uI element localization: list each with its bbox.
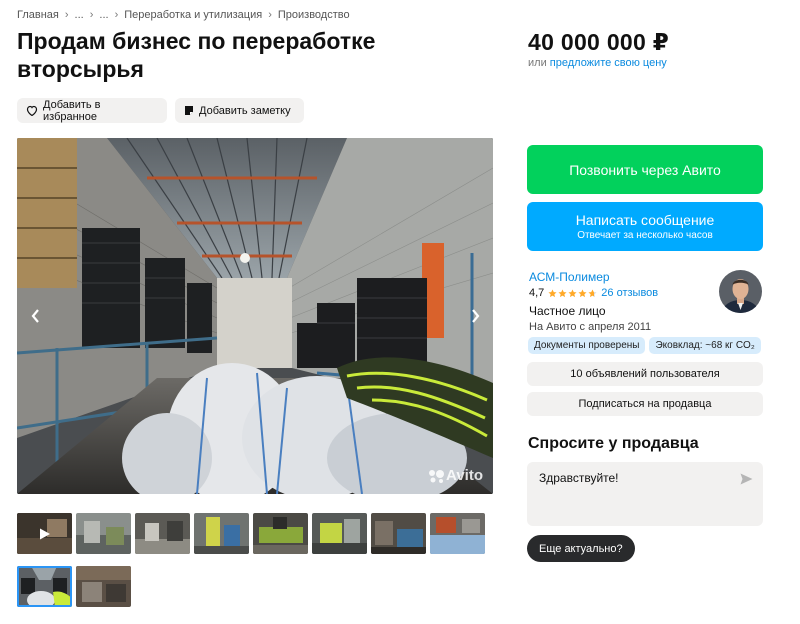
watermark-text: Avito bbox=[446, 467, 483, 484]
add-to-favorites-button[interactable]: Добавить в избранное bbox=[17, 98, 167, 123]
main-photo[interactable]: Avito bbox=[17, 138, 493, 494]
avito-logo-icon bbox=[429, 469, 445, 483]
photo-thumbnail[interactable] bbox=[371, 513, 426, 554]
response-time-label: Отвечает за несколько часов bbox=[577, 230, 713, 241]
send-button[interactable] bbox=[740, 472, 753, 490]
breadcrumb-production[interactable]: Производство bbox=[278, 9, 350, 21]
breadcrumb-collapsed-2[interactable]: ... bbox=[99, 9, 108, 21]
previous-photo-button[interactable] bbox=[25, 306, 45, 326]
star-icon bbox=[548, 288, 557, 297]
photo-thumbnail[interactable] bbox=[76, 513, 131, 554]
reviews-link[interactable]: 26 отзывов bbox=[601, 287, 658, 299]
note-icon bbox=[184, 105, 194, 116]
price-offer-line: или предложите свою цену bbox=[528, 57, 669, 69]
breadcrumb: Главная › ... › ... › Переработка и утил… bbox=[17, 9, 350, 21]
eco-contribution-badge[interactable]: Эковклад: ~68 кг CO₂ bbox=[649, 337, 761, 354]
photo-thumbnail-selected[interactable] bbox=[17, 566, 72, 607]
rating-stars bbox=[548, 288, 597, 298]
price-offer-prefix: или bbox=[528, 57, 547, 69]
price-block: 40 000 000 ₽ или предложите свою цену bbox=[528, 29, 669, 69]
star-icon bbox=[558, 288, 567, 297]
page-title: Продам бизнес по переработке вторсырья bbox=[17, 28, 376, 82]
chevron-right-icon: › bbox=[114, 9, 119, 21]
video-thumbnail[interactable] bbox=[17, 513, 72, 554]
quick-reply-still-available[interactable]: Еще актуально? bbox=[527, 535, 635, 562]
documents-verified-badge[interactable]: Документы проверены bbox=[528, 337, 646, 354]
next-photo-button[interactable] bbox=[465, 306, 485, 326]
add-note-button[interactable]: Добавить заметку bbox=[175, 98, 304, 123]
rating-value: 4,7 bbox=[529, 287, 545, 299]
chevron-right-icon: › bbox=[64, 9, 69, 21]
photo-thumbnail[interactable] bbox=[430, 513, 485, 554]
chevron-right-icon: › bbox=[89, 9, 94, 21]
write-message-label: Написать сообщение bbox=[575, 212, 715, 228]
chevron-left-icon bbox=[31, 309, 39, 323]
star-icon bbox=[578, 288, 587, 297]
seller-listings-button[interactable]: 10 объявлений пользователя bbox=[527, 362, 763, 386]
add-note-label: Добавить заметку bbox=[199, 104, 291, 117]
seller-since: На Авито с апреля 2011 bbox=[529, 321, 652, 333]
subscribe-seller-button[interactable]: Подписаться на продавца bbox=[527, 392, 763, 416]
thumbnail-row bbox=[17, 566, 493, 607]
photo-thumbnail[interactable] bbox=[76, 566, 131, 607]
star-half-icon bbox=[588, 288, 597, 297]
seller-badges: Документы проверены Эковклад: ~68 кг CO₂ bbox=[528, 337, 761, 354]
price: 40 000 000 ₽ bbox=[528, 29, 670, 55]
ask-seller-box: Здравствуйте! bbox=[527, 462, 763, 526]
breadcrumb-collapsed-1[interactable]: ... bbox=[75, 9, 84, 21]
breadcrumb-recycling[interactable]: Переработка и утилизация bbox=[124, 9, 262, 21]
photo-thumbnail[interactable] bbox=[135, 513, 190, 554]
thumbnail-row bbox=[17, 513, 493, 554]
photo-thumbnail[interactable] bbox=[194, 513, 249, 554]
avatar[interactable] bbox=[719, 270, 762, 313]
avito-watermark: Avito bbox=[428, 467, 483, 484]
chevron-right-icon: › bbox=[268, 9, 272, 21]
warehouse-photo bbox=[17, 138, 493, 494]
play-icon bbox=[39, 528, 50, 539]
star-icon bbox=[568, 288, 577, 297]
ask-seller-heading: Спросите у продавца bbox=[528, 435, 699, 452]
photo-thumbnail[interactable] bbox=[312, 513, 367, 554]
heart-icon bbox=[26, 105, 38, 116]
add-to-favorites-label: Добавить в избранное bbox=[43, 98, 101, 123]
breadcrumb-home[interactable]: Главная bbox=[17, 9, 59, 21]
offer-price-link[interactable]: предложите свою цену bbox=[550, 57, 667, 69]
photo-thumbnail[interactable] bbox=[253, 513, 308, 554]
write-message-button[interactable]: Написать сообщение Отвечает за несколько… bbox=[527, 202, 763, 251]
chevron-right-icon bbox=[471, 309, 479, 323]
send-icon bbox=[740, 473, 753, 485]
call-via-avito-button[interactable]: Позвонить через Авито bbox=[527, 145, 763, 194]
message-input[interactable]: Здравствуйте! bbox=[539, 471, 739, 521]
